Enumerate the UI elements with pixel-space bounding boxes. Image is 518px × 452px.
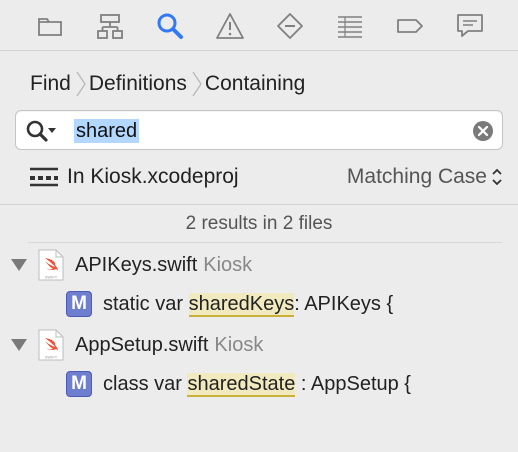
find-navigator-tab[interactable]: [150, 6, 190, 46]
match-suffix: : APIKeys {: [294, 293, 394, 315]
test-navigator-tab[interactable]: [270, 6, 310, 46]
divider: [0, 50, 518, 51]
speech-bubble-icon: [457, 14, 483, 37]
debug-navigator-tab[interactable]: [330, 6, 370, 46]
disclosure-triangle-icon[interactable]: [11, 339, 27, 351]
folder-icon: [38, 18, 62, 36]
result-file-row[interactable]: SWIFT AppSetup.swift Kiosk: [0, 327, 518, 363]
scope-label: In Kiosk.xcodeproj: [67, 165, 239, 188]
matching-case-label: Matching Case: [346, 165, 487, 188]
file-name: APIKeys.swift: [75, 253, 198, 276]
results-summary: 2 results in 2 files: [185, 213, 333, 234]
match-highlight: sharedState: [187, 373, 296, 397]
updown-chevron-icon: [492, 168, 502, 186]
report-navigator-tab[interactable]: [450, 6, 490, 46]
symbol-navigator-tab[interactable]: [90, 6, 130, 46]
breadcrumb-containing[interactable]: Containing: [205, 72, 305, 96]
search-scope[interactable]: In Kiosk.xcodeproj: [30, 160, 239, 194]
disclosure-triangle-icon[interactable]: [11, 259, 27, 271]
svg-text:SWIFT: SWIFT: [45, 355, 58, 360]
chevron-right-icon: [73, 68, 89, 100]
file-name: AppSetup.swift: [75, 333, 209, 356]
issue-navigator-tab[interactable]: [210, 6, 250, 46]
navigator-tab-bar: [0, 0, 518, 50]
match-suffix: : AppSetup {: [295, 373, 411, 395]
list-icon: [338, 16, 362, 38]
clear-icon[interactable]: [472, 120, 494, 142]
method-badge-icon: M: [66, 371, 92, 397]
match-highlight: sharedKeys: [188, 293, 295, 317]
file-group: Kiosk: [214, 333, 264, 356]
result-file-label: APIKeys.swift Kiosk: [75, 254, 252, 277]
match-prefix: static var: [103, 293, 189, 315]
method-badge-icon: M: [66, 291, 92, 317]
search-icon: [157, 13, 183, 39]
divider: [28, 242, 502, 243]
search-input[interactable]: shared: [74, 119, 140, 143]
diamond-minus-icon: [277, 13, 303, 39]
matching-case-popup[interactable]: Matching Case: [347, 160, 504, 194]
scope-icon: [30, 167, 58, 187]
result-file-label: AppSetup.swift Kiosk: [75, 334, 263, 357]
file-group: Kiosk: [203, 253, 253, 276]
hierarchy-icon: [97, 14, 123, 39]
match-text: class var sharedState : AppSetup {: [103, 370, 411, 398]
warning-icon: [216, 13, 244, 39]
find-mode-breadcrumb: Find Definitions Containing: [30, 68, 305, 100]
search-options-icon[interactable]: [24, 118, 58, 144]
breadcrumb-definitions[interactable]: Definitions: [89, 72, 187, 96]
match-text: static var sharedKeys: APIKeys {: [103, 290, 393, 318]
swift-file-icon: SWIFT: [38, 329, 64, 361]
search-field[interactable]: shared: [15, 110, 503, 150]
svg-text:SWIFT: SWIFT: [45, 275, 58, 280]
result-file-row[interactable]: SWIFT APIKeys.swift Kiosk: [0, 247, 518, 283]
chevron-right-icon: [189, 68, 205, 100]
project-navigator-tab[interactable]: [30, 6, 70, 46]
match-prefix: class var: [103, 373, 188, 395]
result-match-row[interactable]: M class var sharedState : AppSetup {: [0, 366, 518, 400]
swift-file-icon: SWIFT: [38, 249, 64, 281]
result-match-row[interactable]: M static var sharedKeys: APIKeys {: [0, 286, 518, 320]
tag-icon: [397, 19, 423, 33]
breakpoint-navigator-tab[interactable]: [390, 6, 430, 46]
divider: [0, 204, 518, 205]
breadcrumb-find[interactable]: Find: [30, 72, 71, 96]
